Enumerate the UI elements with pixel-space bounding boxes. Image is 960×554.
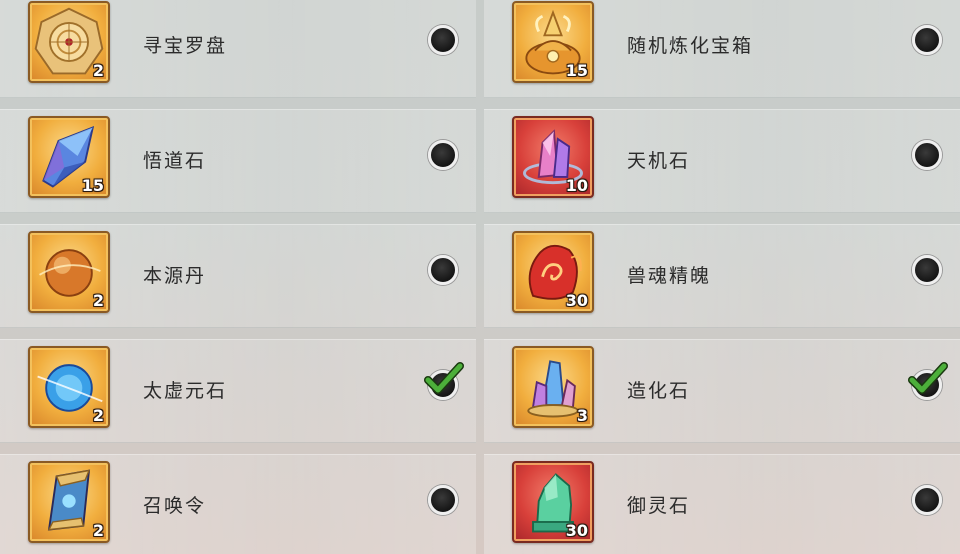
item-name: 悟道石 bbox=[143, 150, 207, 172]
select-radio[interactable] bbox=[428, 485, 458, 515]
item-icon-frame: 30 bbox=[512, 461, 594, 543]
item-count: 15 bbox=[565, 61, 588, 80]
item-icon-frame: 10 bbox=[512, 116, 594, 198]
item-count: 3 bbox=[576, 406, 588, 425]
item-count: 30 bbox=[565, 291, 588, 310]
item-name: 兽魂精魄 bbox=[627, 265, 712, 287]
list-item[interactable]: 2 本源丹 bbox=[0, 224, 476, 328]
item-name: 本源丹 bbox=[143, 265, 207, 287]
list-item[interactable]: 15 随机炼化宝箱 bbox=[484, 0, 960, 98]
list-item[interactable]: 15 悟道石 bbox=[0, 109, 476, 213]
item-icon-frame: 15 bbox=[512, 1, 594, 83]
list-item[interactable]: 30 兽魂精魄 bbox=[484, 224, 960, 328]
select-radio[interactable] bbox=[912, 25, 942, 55]
item-count: 2 bbox=[92, 61, 104, 80]
select-radio[interactable] bbox=[912, 255, 942, 285]
item-name: 召唤令 bbox=[143, 495, 207, 517]
item-count: 30 bbox=[565, 521, 588, 540]
item-icon-frame: 2 bbox=[28, 461, 110, 543]
item-icon-frame: 3 bbox=[512, 346, 594, 428]
select-radio[interactable] bbox=[912, 485, 942, 515]
item-name: 随机炼化宝箱 bbox=[627, 35, 754, 57]
list-item[interactable]: 3 造化石 bbox=[484, 339, 960, 443]
item-name: 天机石 bbox=[627, 150, 691, 172]
item-count: 2 bbox=[92, 406, 104, 425]
checkmark-icon bbox=[424, 362, 464, 394]
item-icon-frame: 2 bbox=[28, 231, 110, 313]
item-count: 10 bbox=[565, 176, 588, 195]
list-item[interactable]: 2 寻宝罗盘 bbox=[0, 0, 476, 98]
select-radio[interactable] bbox=[428, 140, 458, 170]
item-count: 15 bbox=[81, 176, 104, 195]
select-radio[interactable] bbox=[912, 140, 942, 170]
item-icon-frame: 2 bbox=[28, 1, 110, 83]
item-icon-frame: 30 bbox=[512, 231, 594, 313]
list-item[interactable]: 2 太虚元石 bbox=[0, 339, 476, 443]
list-item[interactable]: 10 天机石 bbox=[484, 109, 960, 213]
select-radio[interactable] bbox=[428, 25, 458, 55]
item-name: 御灵石 bbox=[627, 495, 691, 517]
item-name: 太虚元石 bbox=[143, 380, 228, 402]
item-count: 2 bbox=[92, 521, 104, 540]
item-icon-frame: 15 bbox=[28, 116, 110, 198]
list-item[interactable]: 30 御灵石 bbox=[484, 454, 960, 554]
item-count: 2 bbox=[92, 291, 104, 310]
checkmark-icon bbox=[908, 362, 948, 394]
select-radio[interactable] bbox=[428, 255, 458, 285]
item-grid: 2 寻宝罗盘 15 随机炼化宝箱 15 悟道石 10 天机石 2 本源丹 30 … bbox=[0, 0, 960, 554]
item-name: 造化石 bbox=[627, 380, 691, 402]
item-icon-frame: 2 bbox=[28, 346, 110, 428]
item-name: 寻宝罗盘 bbox=[143, 35, 228, 57]
list-item[interactable]: 2 召唤令 bbox=[0, 454, 476, 554]
